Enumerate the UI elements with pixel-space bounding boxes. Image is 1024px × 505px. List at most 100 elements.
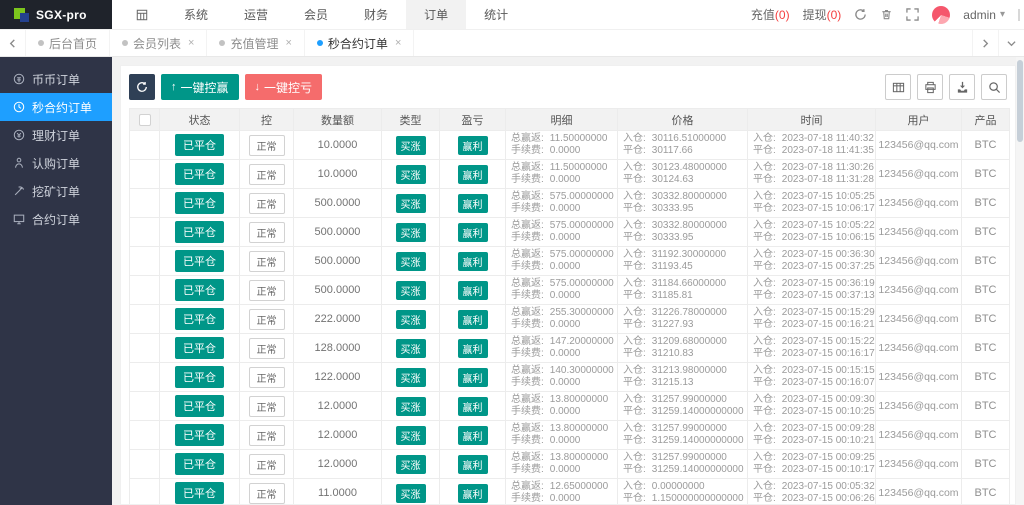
time-cell: 入仓:2023-07-15 00:15:22平仓:2023-07-15 00:1… xyxy=(748,334,876,363)
scrollbar-track[interactable] xyxy=(1016,57,1024,505)
recharge-link[interactable]: 充值(0) xyxy=(751,6,790,23)
status-badge[interactable]: 已平仓 xyxy=(175,482,224,504)
refresh-button[interactable] xyxy=(129,74,155,100)
menu-item-operation[interactable]: 运营 xyxy=(226,0,286,29)
status-badge[interactable]: 已平仓 xyxy=(175,163,224,185)
status-badge[interactable]: 已平仓 xyxy=(175,453,224,475)
menu-item-order[interactable]: 订单 xyxy=(406,0,466,29)
more-icon[interactable] xyxy=(1018,9,1020,21)
time-cell: 入仓:2023-07-15 00:15:15平仓:2023-07-15 00:1… xyxy=(748,363,876,392)
force-lose-button[interactable]: ↓一键控亏 xyxy=(245,74,323,100)
status-badge[interactable]: 已平仓 xyxy=(175,424,224,446)
sidebar-item-label: 币币订单 xyxy=(32,71,80,88)
tab-2[interactable]: 充值管理× xyxy=(207,30,304,56)
sidebar-item-0[interactable]: 币币订单 xyxy=(0,65,112,93)
monitor-icon xyxy=(13,213,25,225)
control-badge[interactable]: 正常 xyxy=(249,396,285,417)
tab-0[interactable]: 后台首页 xyxy=(26,30,110,56)
status-badge[interactable]: 已平仓 xyxy=(175,395,224,417)
status-badge[interactable]: 已平仓 xyxy=(175,366,224,388)
open-time-value: 2023-07-15 00:15:15 xyxy=(782,365,875,377)
admin-dropdown[interactable]: admin ▾ xyxy=(963,8,1005,22)
close-icon[interactable]: × xyxy=(395,37,401,49)
control-badge[interactable]: 正常 xyxy=(249,280,285,301)
tabs-menu-icon[interactable] xyxy=(998,30,1024,56)
print-button[interactable] xyxy=(917,74,943,100)
person-icon xyxy=(13,157,25,169)
search-button[interactable] xyxy=(981,74,1007,100)
control-badge[interactable]: 正常 xyxy=(249,164,285,185)
sidebar-item-2[interactable]: 理财订单 xyxy=(0,121,112,149)
open-price-label: 入仓: xyxy=(623,162,646,174)
sidebar-item-label: 秒合约订单 xyxy=(32,99,92,116)
menu-item-member[interactable]: 会员 xyxy=(286,0,346,29)
menu-item-system[interactable]: 系统 xyxy=(166,0,226,29)
fullscreen-icon[interactable] xyxy=(906,8,919,21)
menu-item-label: 系统 xyxy=(184,6,208,23)
status-badge[interactable]: 已平仓 xyxy=(175,337,224,359)
row-select-cell xyxy=(130,276,160,305)
status-badge[interactable]: 已平仓 xyxy=(175,134,224,156)
control-badge[interactable]: 正常 xyxy=(249,425,285,446)
menu-item-label: 统计 xyxy=(484,6,508,23)
price-cell: 入仓:31213.98000000平仓:31215.13 xyxy=(618,363,748,392)
tab-3[interactable]: 秒合约订单 × xyxy=(305,30,414,56)
open-price-value: 31213.98000000 xyxy=(652,365,727,377)
total-win-value: 575.00000000 xyxy=(550,249,614,261)
header-col-3: 数量额 xyxy=(294,109,382,131)
status-badge[interactable]: 已平仓 xyxy=(175,279,224,301)
control-badge[interactable]: 正常 xyxy=(249,367,285,388)
menu-item-finance[interactable]: 财务 xyxy=(346,0,406,29)
select-all-checkbox[interactable] xyxy=(139,114,151,126)
close-icon[interactable]: × xyxy=(188,37,194,49)
row-select-cell xyxy=(130,392,160,421)
control-badge[interactable]: 正常 xyxy=(249,483,285,504)
amount-cell: 500.0000 xyxy=(294,218,382,247)
header-col-2: 控 xyxy=(240,109,294,131)
avatar[interactable] xyxy=(932,6,950,24)
open-price-value: 30332.80000000 xyxy=(652,220,727,232)
refresh-icon[interactable] xyxy=(854,8,867,21)
control-badge[interactable]: 正常 xyxy=(249,222,285,243)
tab-label: 秒合约订单 xyxy=(328,35,388,52)
open-time-label: 入仓: xyxy=(753,307,776,319)
fee-value: 0.0000 xyxy=(550,174,581,186)
product-cell: BTC xyxy=(962,189,1010,218)
close-icon[interactable]: × xyxy=(285,37,291,49)
menu-item-home[interactable] xyxy=(118,0,166,29)
control-badge[interactable]: 正常 xyxy=(249,135,285,156)
tab-label: 后台首页 xyxy=(49,35,97,52)
sidebar-item-5[interactable]: 合约订单 xyxy=(0,205,112,233)
sidebar-item-1[interactable]: 秒合约订单 xyxy=(0,93,112,121)
table-row: 已平仓正常10.0000买涨赢利总赢返:11.50000000手续费:0.000… xyxy=(130,160,1010,189)
sidebar-item-3[interactable]: 认购订单 xyxy=(0,149,112,177)
control-badge[interactable]: 正常 xyxy=(249,251,285,272)
withdraw-link[interactable]: 提现(0) xyxy=(803,6,842,23)
dashboard-icon xyxy=(136,9,148,21)
status-badge[interactable]: 已平仓 xyxy=(175,250,224,272)
status-badge[interactable]: 已平仓 xyxy=(175,192,224,214)
detail-cell: 总赢返:13.80000000手续费:0.0000 xyxy=(506,392,618,421)
scrollbar-thumb[interactable] xyxy=(1017,60,1023,142)
control-badge[interactable]: 正常 xyxy=(249,454,285,475)
export-button[interactable] xyxy=(949,74,975,100)
total-win-label: 总赢返: xyxy=(511,365,544,377)
tab-1[interactable]: 会员列表× xyxy=(110,30,207,56)
open-price-label: 入仓: xyxy=(623,452,646,464)
trash-icon[interactable] xyxy=(880,8,893,21)
force-win-button[interactable]: ↑一键控赢 xyxy=(161,74,239,100)
control-badge[interactable]: 正常 xyxy=(249,309,285,330)
sidebar-item-4[interactable]: 挖矿订单 xyxy=(0,177,112,205)
total-win-value: 575.00000000 xyxy=(550,278,614,290)
menu-item-stats[interactable]: 统计 xyxy=(466,0,526,29)
status-badge[interactable]: 已平仓 xyxy=(175,221,224,243)
control-badge[interactable]: 正常 xyxy=(249,338,285,359)
tabs-scroll-right[interactable] xyxy=(972,30,998,56)
columns-button[interactable] xyxy=(885,74,911,100)
status-badge[interactable]: 已平仓 xyxy=(175,308,224,330)
control-badge[interactable]: 正常 xyxy=(249,193,285,214)
tabs-scroll-left[interactable] xyxy=(0,30,26,56)
open-time-label: 入仓: xyxy=(753,336,776,348)
product-cell: BTC xyxy=(962,334,1010,363)
product-cell: BTC xyxy=(962,276,1010,305)
